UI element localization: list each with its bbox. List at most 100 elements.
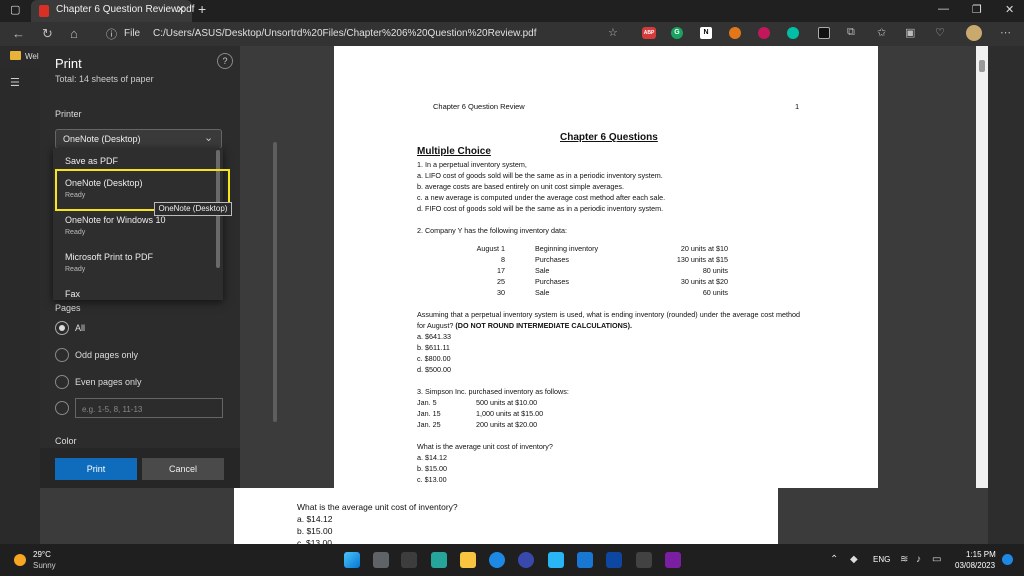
- volume-icon[interactable]: ♪: [916, 554, 921, 565]
- printer-select-value: OneNote (Desktop): [63, 134, 141, 144]
- inv-date: August 1: [476, 244, 505, 253]
- scrollbar-thumb[interactable]: [979, 60, 985, 72]
- print-button-bar: Print Cancel: [40, 448, 240, 488]
- app-icon[interactable]: [636, 552, 652, 568]
- collections-icon[interactable]: ▣: [905, 26, 915, 39]
- adblock-extension-icon[interactable]: ABP: [642, 27, 656, 39]
- info-icon[interactable]: ⓘ: [106, 26, 117, 42]
- home-icon[interactable]: ⌂: [70, 26, 78, 41]
- pages-even-radio[interactable]: [55, 375, 69, 389]
- app-icon[interactable]: [431, 552, 447, 568]
- pages-custom-input[interactable]: [76, 400, 222, 419]
- tab-close-icon[interactable]: ✕: [176, 3, 185, 16]
- q2-answer-c: c. $800.00: [417, 354, 451, 363]
- q3-date: Jan. 15: [417, 409, 441, 418]
- url-text[interactable]: C:/Users/ASUS/Desktop/Unsortrd%20Files/C…: [153, 28, 537, 39]
- preview-scrollbar[interactable]: [976, 46, 988, 488]
- extension-icon[interactable]: [818, 27, 830, 39]
- onenote-icon[interactable]: [665, 552, 681, 568]
- contents-icon[interactable]: ☰: [10, 76, 20, 89]
- browser-essentials-icon[interactable]: ♡: [935, 26, 945, 39]
- app-icon[interactable]: [518, 552, 534, 568]
- notion-extension-icon[interactable]: N: [700, 27, 712, 39]
- pages-custom-radio[interactable]: [55, 401, 69, 415]
- battery-icon[interactable]: ▭: [932, 554, 941, 565]
- maximize-icon[interactable]: ❐: [972, 3, 982, 16]
- folder-icon[interactable]: [10, 51, 21, 60]
- new-tab-icon[interactable]: +: [198, 1, 206, 17]
- printer-option-status: Ready: [65, 266, 86, 273]
- clock-date[interactable]: 03/08/2023: [955, 561, 995, 570]
- pdf-toolbar-left: ☰: [0, 68, 40, 544]
- extension-icon[interactable]: [787, 27, 799, 39]
- q3-answer-b: b. $15.00: [417, 464, 447, 473]
- file-explorer-icon[interactable]: [460, 552, 476, 568]
- mail-icon[interactable]: [577, 552, 593, 568]
- pages-odd-radio[interactable]: [55, 348, 69, 362]
- panel-scrollbar[interactable]: [273, 142, 277, 422]
- inv-desc: Sale: [535, 288, 550, 297]
- close-window-icon[interactable]: ✕: [1005, 3, 1014, 16]
- printer-option-onenote-win10[interactable]: OneNote for Windows 10 Ready: [53, 211, 217, 247]
- color-label: Color: [55, 436, 77, 446]
- printer-option-name: Save as PDF: [65, 156, 119, 166]
- language-indicator[interactable]: ENG: [873, 555, 890, 564]
- q1-option-b: b. average costs are based entirely on u…: [417, 182, 624, 191]
- page-number: 1: [795, 102, 800, 111]
- favorites-icon[interactable]: ✩: [877, 26, 886, 39]
- q3-qty: 200 units at $20.00: [476, 420, 538, 429]
- pages-all-radio[interactable]: [55, 321, 69, 335]
- navigation-bar: ← ↻ ⌂ ⓘ File C:/Users/ASUS/Desktop/Unsor…: [0, 22, 1024, 46]
- pages-odd-label[interactable]: Odd pages only: [75, 350, 138, 360]
- favorite-star-icon[interactable]: ☆: [608, 26, 618, 39]
- notepad-icon[interactable]: [548, 552, 564, 568]
- q3-answer-c: c. $13.00: [417, 475, 447, 484]
- notification-icon[interactable]: [1002, 554, 1013, 565]
- q2-paragraph: Assuming that a perpetual inventory syst…: [417, 310, 800, 331]
- q1-stem: 1. In a perpetual inventory system,: [417, 160, 527, 169]
- show-hidden-icons-icon[interactable]: ⌃: [830, 554, 838, 565]
- clock-time[interactable]: 1:15 PM: [966, 550, 996, 559]
- print-button[interactable]: Print: [55, 458, 137, 480]
- minimize-icon[interactable]: —: [938, 3, 949, 15]
- pages-custom-input-box[interactable]: [75, 398, 223, 419]
- q1-option-d: d. FIFO cost of goods sold will be the s…: [417, 204, 664, 213]
- tab-active[interactable]: Chapter 6 Question Review.pdf ✕: [31, 0, 194, 22]
- more-options-icon[interactable]: ⋯: [1000, 26, 1011, 39]
- favorites-folder[interactable]: Wel: [25, 52, 39, 61]
- pages-all-label[interactable]: All: [75, 323, 85, 333]
- windows-start-icon[interactable]: [344, 552, 360, 568]
- extension-icon[interactable]: [758, 27, 770, 39]
- metamask-extension-icon[interactable]: [729, 27, 741, 39]
- refresh-icon[interactable]: ↻: [42, 26, 53, 42]
- wifi-icon[interactable]: ≋: [900, 554, 908, 565]
- pages-even-label[interactable]: Even pages only: [75, 377, 142, 387]
- inv-qty: 20 units at $10: [680, 244, 728, 253]
- extensions-puzzle-icon[interactable]: ⧉: [847, 26, 855, 39]
- weather-temp[interactable]: 29°C: [33, 550, 51, 559]
- task-view-icon[interactable]: [373, 552, 389, 568]
- app-icon[interactable]: [401, 552, 417, 568]
- printer-label: Printer: [55, 109, 82, 119]
- security-icon[interactable]: ◆: [850, 554, 858, 565]
- grammarly-extension-icon[interactable]: G: [671, 27, 683, 39]
- inv-date: 8: [501, 255, 505, 264]
- cancel-button[interactable]: Cancel: [142, 458, 224, 480]
- address-bar[interactable]: ⓘ File C:/Users/ASUS/Desktop/Unsortrd%20…: [100, 25, 600, 43]
- pages-label: Pages: [55, 303, 81, 313]
- inv-qty: 30 units at $20: [680, 277, 728, 286]
- section-heading: Multiple Choice: [417, 146, 491, 157]
- sun-icon[interactable]: [14, 554, 26, 566]
- chevron-down-icon: ⌄: [204, 132, 214, 144]
- printer-option-fax[interactable]: Fax: [53, 285, 217, 300]
- bing-icon[interactable]: [606, 552, 622, 568]
- weather-desc[interactable]: Sunny: [33, 561, 56, 570]
- back-icon[interactable]: ←: [12, 26, 25, 41]
- tab-actions-icon[interactable]: ▢: [10, 3, 20, 16]
- right-sidebar: ⚙: [972, 46, 1024, 544]
- help-icon[interactable]: ?: [217, 53, 233, 69]
- profile-avatar[interactable]: [966, 25, 982, 41]
- printer-option-ms-print-pdf[interactable]: Microsoft Print to PDF Ready: [53, 248, 217, 284]
- printer-select[interactable]: OneNote (Desktop) ⌄: [55, 129, 222, 149]
- edge-icon[interactable]: [489, 552, 505, 568]
